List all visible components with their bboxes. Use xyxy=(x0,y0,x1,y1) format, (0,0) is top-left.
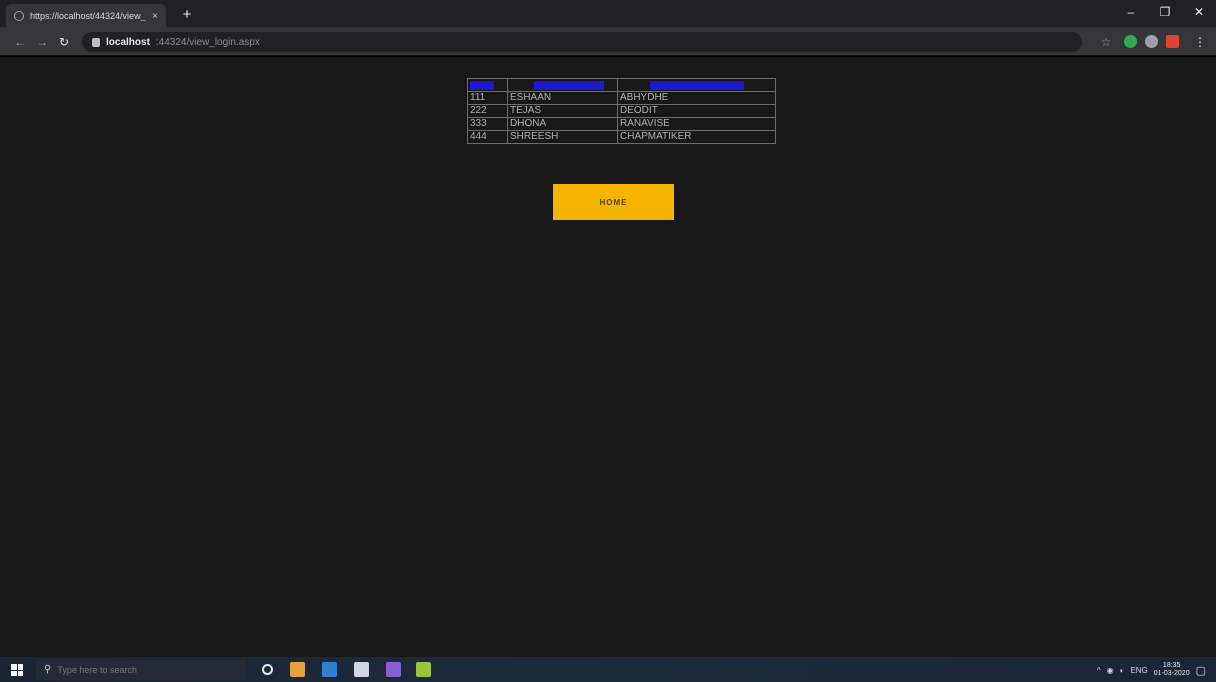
table-cell-first: ESHAAN xyxy=(507,91,618,105)
close-window-button[interactable]: ✕ xyxy=(1182,5,1216,19)
table-cell-id: 222 xyxy=(467,104,508,118)
clock-time: 18:35 xyxy=(1162,662,1181,669)
table-header-row xyxy=(467,78,776,92)
clock-date: 01-03-2020 xyxy=(1153,670,1190,677)
lock-icon xyxy=(92,37,100,47)
header-cell-id xyxy=(467,78,508,92)
maximize-button[interactable]: ❐ xyxy=(1148,5,1182,19)
table-cell-id: 444 xyxy=(467,130,508,144)
table-row: 111 ESHAAN ABHYDHE xyxy=(467,91,776,105)
system-tray: ^ ◉ ◐ ENG 18:35 01-03-2020 ▢ xyxy=(1097,662,1206,678)
table-row: 222 TEJAS DEODIT xyxy=(467,104,776,118)
header-cell-last xyxy=(617,78,776,92)
browser-tab-strip: https://localhost/44324/view_login.aspx … xyxy=(0,0,1216,28)
table-cell-id: 333 xyxy=(467,117,508,131)
visual-studio-taskbar-icon[interactable] xyxy=(386,662,401,677)
windows-start-icon[interactable] xyxy=(11,664,23,676)
app-taskbar-icon[interactable] xyxy=(416,662,431,677)
taskbar-search[interactable]: ⚲ xyxy=(36,659,246,680)
home-button[interactable]: HOME xyxy=(553,184,674,220)
page-viewport: 111 ESHAAN ABHYDHE 222 TEJAS DEODIT 333 DHONA RA… xyxy=(0,57,1216,657)
browser-toolbar: ← → ↻ localhost :44324/view_login.aspx ☆… xyxy=(0,28,1216,56)
new-tab-button[interactable]: + xyxy=(178,6,196,24)
notification-icon[interactable]: ▢ xyxy=(1196,664,1206,677)
minimize-button[interactable]: – xyxy=(1114,5,1148,19)
tray-volume-icon[interactable]: ◐ xyxy=(1120,666,1125,675)
browser-tab[interactable]: https://localhost/44324/view_login.aspx … xyxy=(6,4,166,28)
task-view-icon[interactable] xyxy=(262,664,273,675)
table-row: 333 DHONA RANAVISE xyxy=(467,117,776,131)
table-cell-last: ABHYDHE xyxy=(617,91,776,105)
back-button[interactable]: ← xyxy=(12,34,28,50)
menu-kebab-icon[interactable]: ⋮ xyxy=(1192,34,1208,50)
screen: https://localhost/44324/view_login.aspx … xyxy=(0,0,1216,682)
window-controls: – ❐ ✕ xyxy=(1114,5,1216,19)
search-input[interactable] xyxy=(57,664,228,675)
mail-taskbar-icon[interactable] xyxy=(322,662,337,677)
table-cell-first: DHONA xyxy=(507,117,618,131)
bookmark-star-icon[interactable]: ☆ xyxy=(1098,34,1114,50)
table-cell-first: TEJAS xyxy=(507,104,618,118)
table-row: 444 SHREESH CHAPMATIKER xyxy=(467,130,776,144)
tab-close-icon[interactable]: × xyxy=(152,11,158,22)
header-cell-first xyxy=(507,78,618,92)
taskbar-clock[interactable]: 18:35 01-03-2020 xyxy=(1154,662,1190,678)
tray-lang[interactable]: ENG xyxy=(1130,666,1147,675)
tray-chevron-icon[interactable]: ^ xyxy=(1097,666,1101,675)
url-path: :44324/view_login.aspx xyxy=(155,36,260,48)
table-cell-last: DEODIT xyxy=(617,104,776,118)
forward-button[interactable]: → xyxy=(34,34,50,50)
page-favicon-icon xyxy=(14,11,24,21)
table-cell-id: 111 xyxy=(467,91,508,105)
url-host: localhost xyxy=(106,36,150,48)
taskbar: ⚲ ^ ◉ ◐ ENG 18:35 01-03-2020 ▢ xyxy=(0,657,1216,682)
address-bar[interactable]: localhost :44324/view_login.aspx xyxy=(82,32,1082,52)
chrome-taskbar-icon[interactable] xyxy=(290,662,305,677)
table-cell-first: SHREESH xyxy=(507,130,618,144)
table-cell-last: RANAVISE xyxy=(617,117,776,131)
records-table: 111 ESHAAN ABHYDHE 222 TEJAS DEODIT 333 DHONA RA… xyxy=(467,78,776,144)
extension-icon[interactable] xyxy=(1124,35,1137,48)
tab-title: https://localhost/44324/view_login.aspx xyxy=(30,11,146,21)
photos-taskbar-icon[interactable] xyxy=(354,662,369,677)
search-icon: ⚲ xyxy=(44,664,52,675)
tray-network-icon[interactable]: ◉ xyxy=(1107,666,1114,675)
extension-red-icon[interactable] xyxy=(1166,35,1179,48)
table-cell-last: CHAPMATIKER xyxy=(617,130,776,144)
profile-avatar-icon[interactable] xyxy=(1145,35,1158,48)
reload-button[interactable]: ↻ xyxy=(56,34,72,50)
